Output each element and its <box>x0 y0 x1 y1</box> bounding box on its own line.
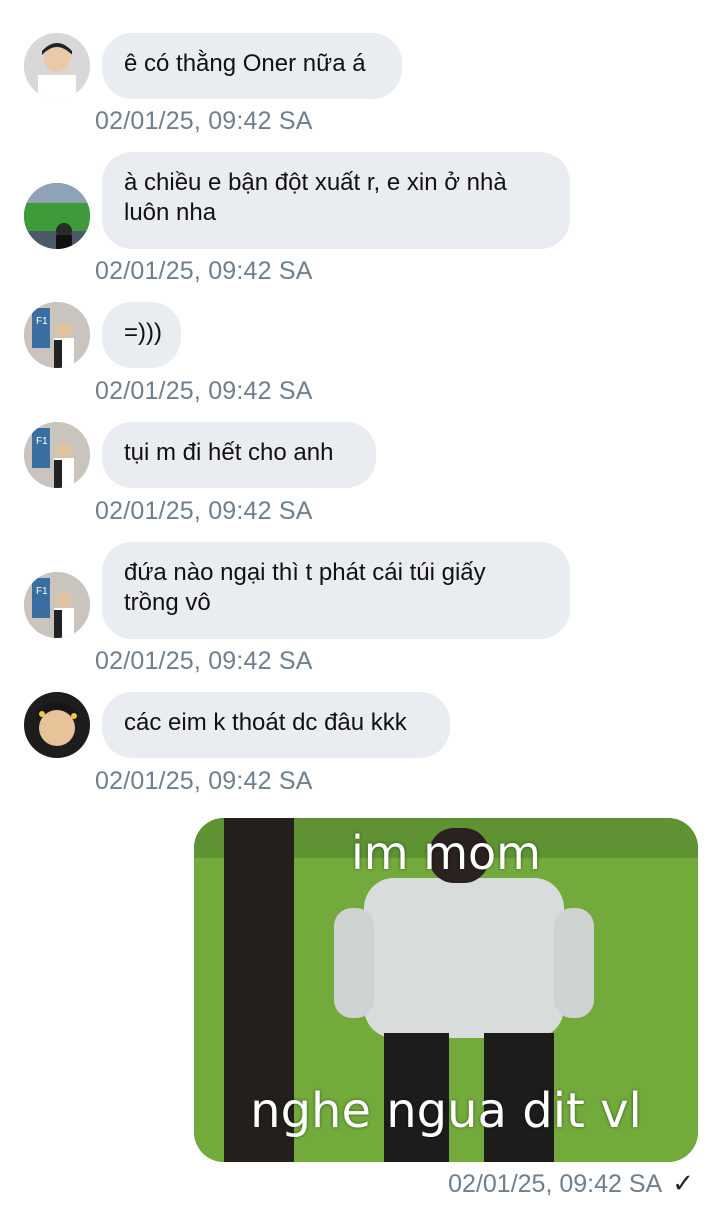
timestamp: 02/01/25, 09:42 SA <box>95 767 313 795</box>
timestamp: 02/01/25, 09:42 SA <box>95 257 313 285</box>
meme-caption-bottom: nghe ngua dit vl <box>250 1083 642 1139</box>
timestamp: 02/01/25, 09:42 SA <box>95 497 313 525</box>
sent-check-icon: ✓ <box>672 1168 694 1198</box>
message-bubble[interactable]: =))) <box>102 302 181 368</box>
message-bubble[interactable]: à chiều e bận đột xuất r, e xin ở nhà lu… <box>102 152 570 249</box>
avatar[interactable] <box>24 183 90 249</box>
svg-text:F1: F1 <box>36 586 48 597</box>
chat-thread: ê có thằng Oner nữa á 02/01/25, 09:42 SA… <box>0 0 720 1224</box>
meme-caption-top: im mom <box>351 826 541 880</box>
message-bubble[interactable]: các eim k thoát dc đâu kkk <box>102 692 450 758</box>
avatar[interactable] <box>24 692 90 758</box>
svg-text:F1: F1 <box>36 436 48 447</box>
meme-image[interactable]: im mom nghe ngua dit vl <box>194 818 698 1162</box>
message-bubble[interactable]: tụi m đi hết cho anh <box>102 422 376 488</box>
timestamp: 02/01/25, 09:42 SA <box>448 1170 663 1198</box>
avatar[interactable] <box>24 33 90 99</box>
timestamp: 02/01/25, 09:42 SA <box>95 107 313 135</box>
avatar[interactable]: F1 <box>24 302 90 368</box>
avatar[interactable]: F1 <box>24 422 90 488</box>
outgoing-timestamp-row: 02/01/25, 09:42 SA ✓ <box>448 1168 694 1199</box>
timestamp: 02/01/25, 09:42 SA <box>95 647 313 675</box>
message-bubble[interactable]: đứa nào ngại thì t phát cái túi giấy trồ… <box>102 542 570 639</box>
avatar[interactable]: F1 <box>24 572 90 638</box>
message-bubble[interactable]: ê có thằng Oner nữa á <box>102 33 402 99</box>
timestamp: 02/01/25, 09:42 SA <box>95 377 313 405</box>
svg-text:F1: F1 <box>36 316 48 327</box>
